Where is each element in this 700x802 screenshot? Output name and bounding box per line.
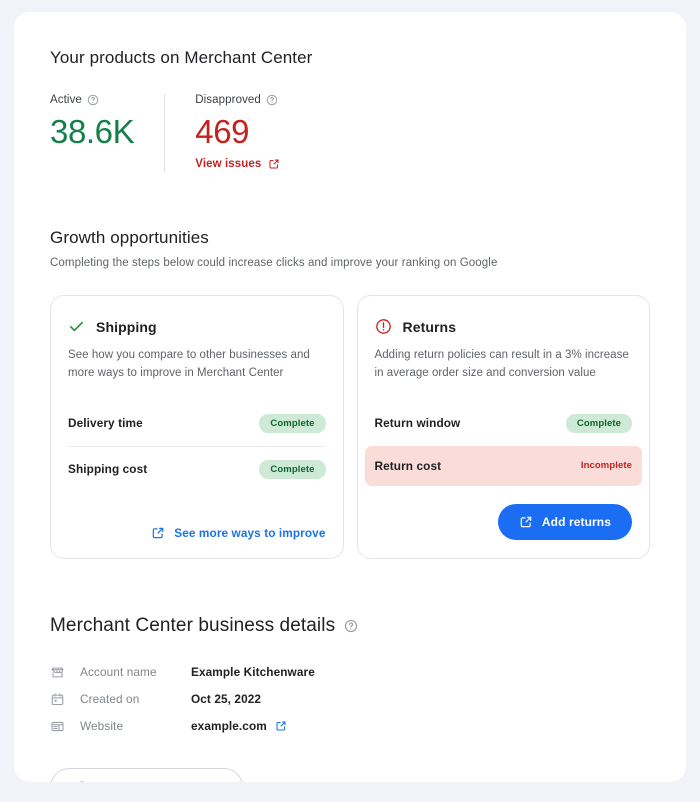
shipping-card-rows: Delivery time Complete Shipping cost Com… (68, 401, 326, 492)
external-link-icon (151, 526, 165, 540)
metric-disapproved-value: 469 (195, 113, 280, 152)
help-circle-icon[interactable] (266, 94, 278, 106)
business-details-header: Merchant Center business details (50, 615, 650, 637)
returns-card-title: Returns (403, 319, 457, 335)
add-returns-button[interactable]: Add returns (498, 504, 632, 540)
external-link-icon (268, 158, 280, 170)
detail-value-text: example.com (191, 719, 267, 733)
add-returns-label: Add returns (542, 515, 611, 529)
web-page-icon (50, 719, 67, 734)
metric-active: Active 38.6K (50, 94, 164, 152)
detail-value-text: Oct 25, 2022 (191, 692, 261, 706)
table-row[interactable]: Shipping cost Complete (68, 446, 326, 492)
detail-value: Example Kitchenware (191, 665, 315, 679)
page-content: Your products on Merchant Center Active … (14, 12, 686, 782)
detail-value: Oct 25, 2022 (191, 692, 261, 706)
metric-active-label-wrap: Active (50, 94, 134, 106)
opportunity-cards: Shipping See how you compare to other bu… (50, 295, 650, 559)
growth-header: Growth opportunities Completing the step… (50, 228, 650, 269)
detail-key: Website (80, 719, 191, 733)
table-row-incomplete[interactable]: Return cost Incomplete (365, 446, 643, 486)
shipping-card-footer: See more ways to improve (68, 508, 326, 540)
metric-disapproved: Disapproved 469 View issues (164, 94, 310, 172)
opportunity-card-shipping: Shipping See how you compare to other bu… (50, 295, 344, 559)
detail-row-created-on: Created on Oct 25, 2022 (50, 686, 650, 713)
returns-card-description: Adding return policies can result in a 3… (375, 347, 633, 383)
detail-row-account-name: Account name Example Kitchenware (50, 659, 650, 686)
metric-disapproved-label: Disapproved (195, 94, 261, 106)
returns-card-rows: Return window Complete Return cost Incom… (375, 401, 633, 486)
row-label: Return window (375, 416, 461, 430)
table-row[interactable]: Delivery time Complete (68, 401, 326, 446)
page-card: Your products on Merchant Center Active … (14, 12, 686, 782)
opportunity-card-returns: Returns Adding return policies can resul… (357, 295, 651, 559)
external-link-icon (72, 780, 86, 782)
external-link-icon (519, 515, 533, 529)
view-issues-label: View issues (195, 158, 261, 170)
row-label: Delivery time (68, 416, 143, 430)
page-title: Your products on Merchant Center (50, 48, 650, 68)
view-issues-link[interactable]: View issues (195, 158, 280, 170)
status-badge: Incomplete (581, 460, 632, 471)
metric-active-label: Active (50, 94, 82, 106)
row-label: Shipping cost (68, 462, 147, 476)
storefront-icon (50, 665, 67, 680)
see-more-ways-to-improve-label: See more ways to improve (174, 526, 325, 540)
detail-key: Account name (80, 665, 191, 679)
visit-merchant-center-button[interactable]: Visit Merchant Center (50, 768, 243, 782)
table-row[interactable]: Return window Complete (375, 401, 633, 446)
returns-card-footer: Add returns (375, 486, 633, 540)
help-circle-icon[interactable] (344, 619, 358, 633)
visit-merchant-center-label: Visit Merchant Center (96, 780, 221, 782)
status-badge: Complete (259, 460, 325, 479)
error-circle-icon (375, 318, 392, 335)
shipping-card-header: Shipping (68, 318, 326, 335)
calendar-icon (50, 692, 67, 707)
external-link-icon[interactable] (275, 720, 287, 732)
shipping-card-title: Shipping (96, 319, 157, 335)
metrics-group: Active 38.6K Disapproved (50, 94, 650, 172)
growth-subtitle: Completing the steps below could increas… (50, 257, 650, 269)
check-icon (68, 318, 85, 335)
detail-row-website: Website example.com (50, 713, 650, 740)
detail-value: example.com (191, 719, 287, 733)
status-badge: Complete (259, 414, 325, 433)
status-badge: Complete (566, 414, 632, 433)
metric-disapproved-label-wrap: Disapproved (195, 94, 280, 106)
detail-key: Created on (80, 692, 191, 706)
business-details-list: Account name Example Kitchenware Created… (50, 659, 650, 740)
row-label: Return cost (375, 459, 442, 473)
help-circle-icon[interactable] (87, 94, 99, 106)
shipping-card-description: See how you compare to other businesses … (68, 347, 326, 383)
growth-title: Growth opportunities (50, 228, 650, 248)
returns-card-header: Returns (375, 318, 633, 335)
business-details-title: Merchant Center business details (50, 615, 335, 637)
detail-value-text: Example Kitchenware (191, 665, 315, 679)
metric-active-value: 38.6K (50, 113, 134, 152)
see-more-ways-to-improve-button[interactable]: See more ways to improve (151, 526, 325, 540)
